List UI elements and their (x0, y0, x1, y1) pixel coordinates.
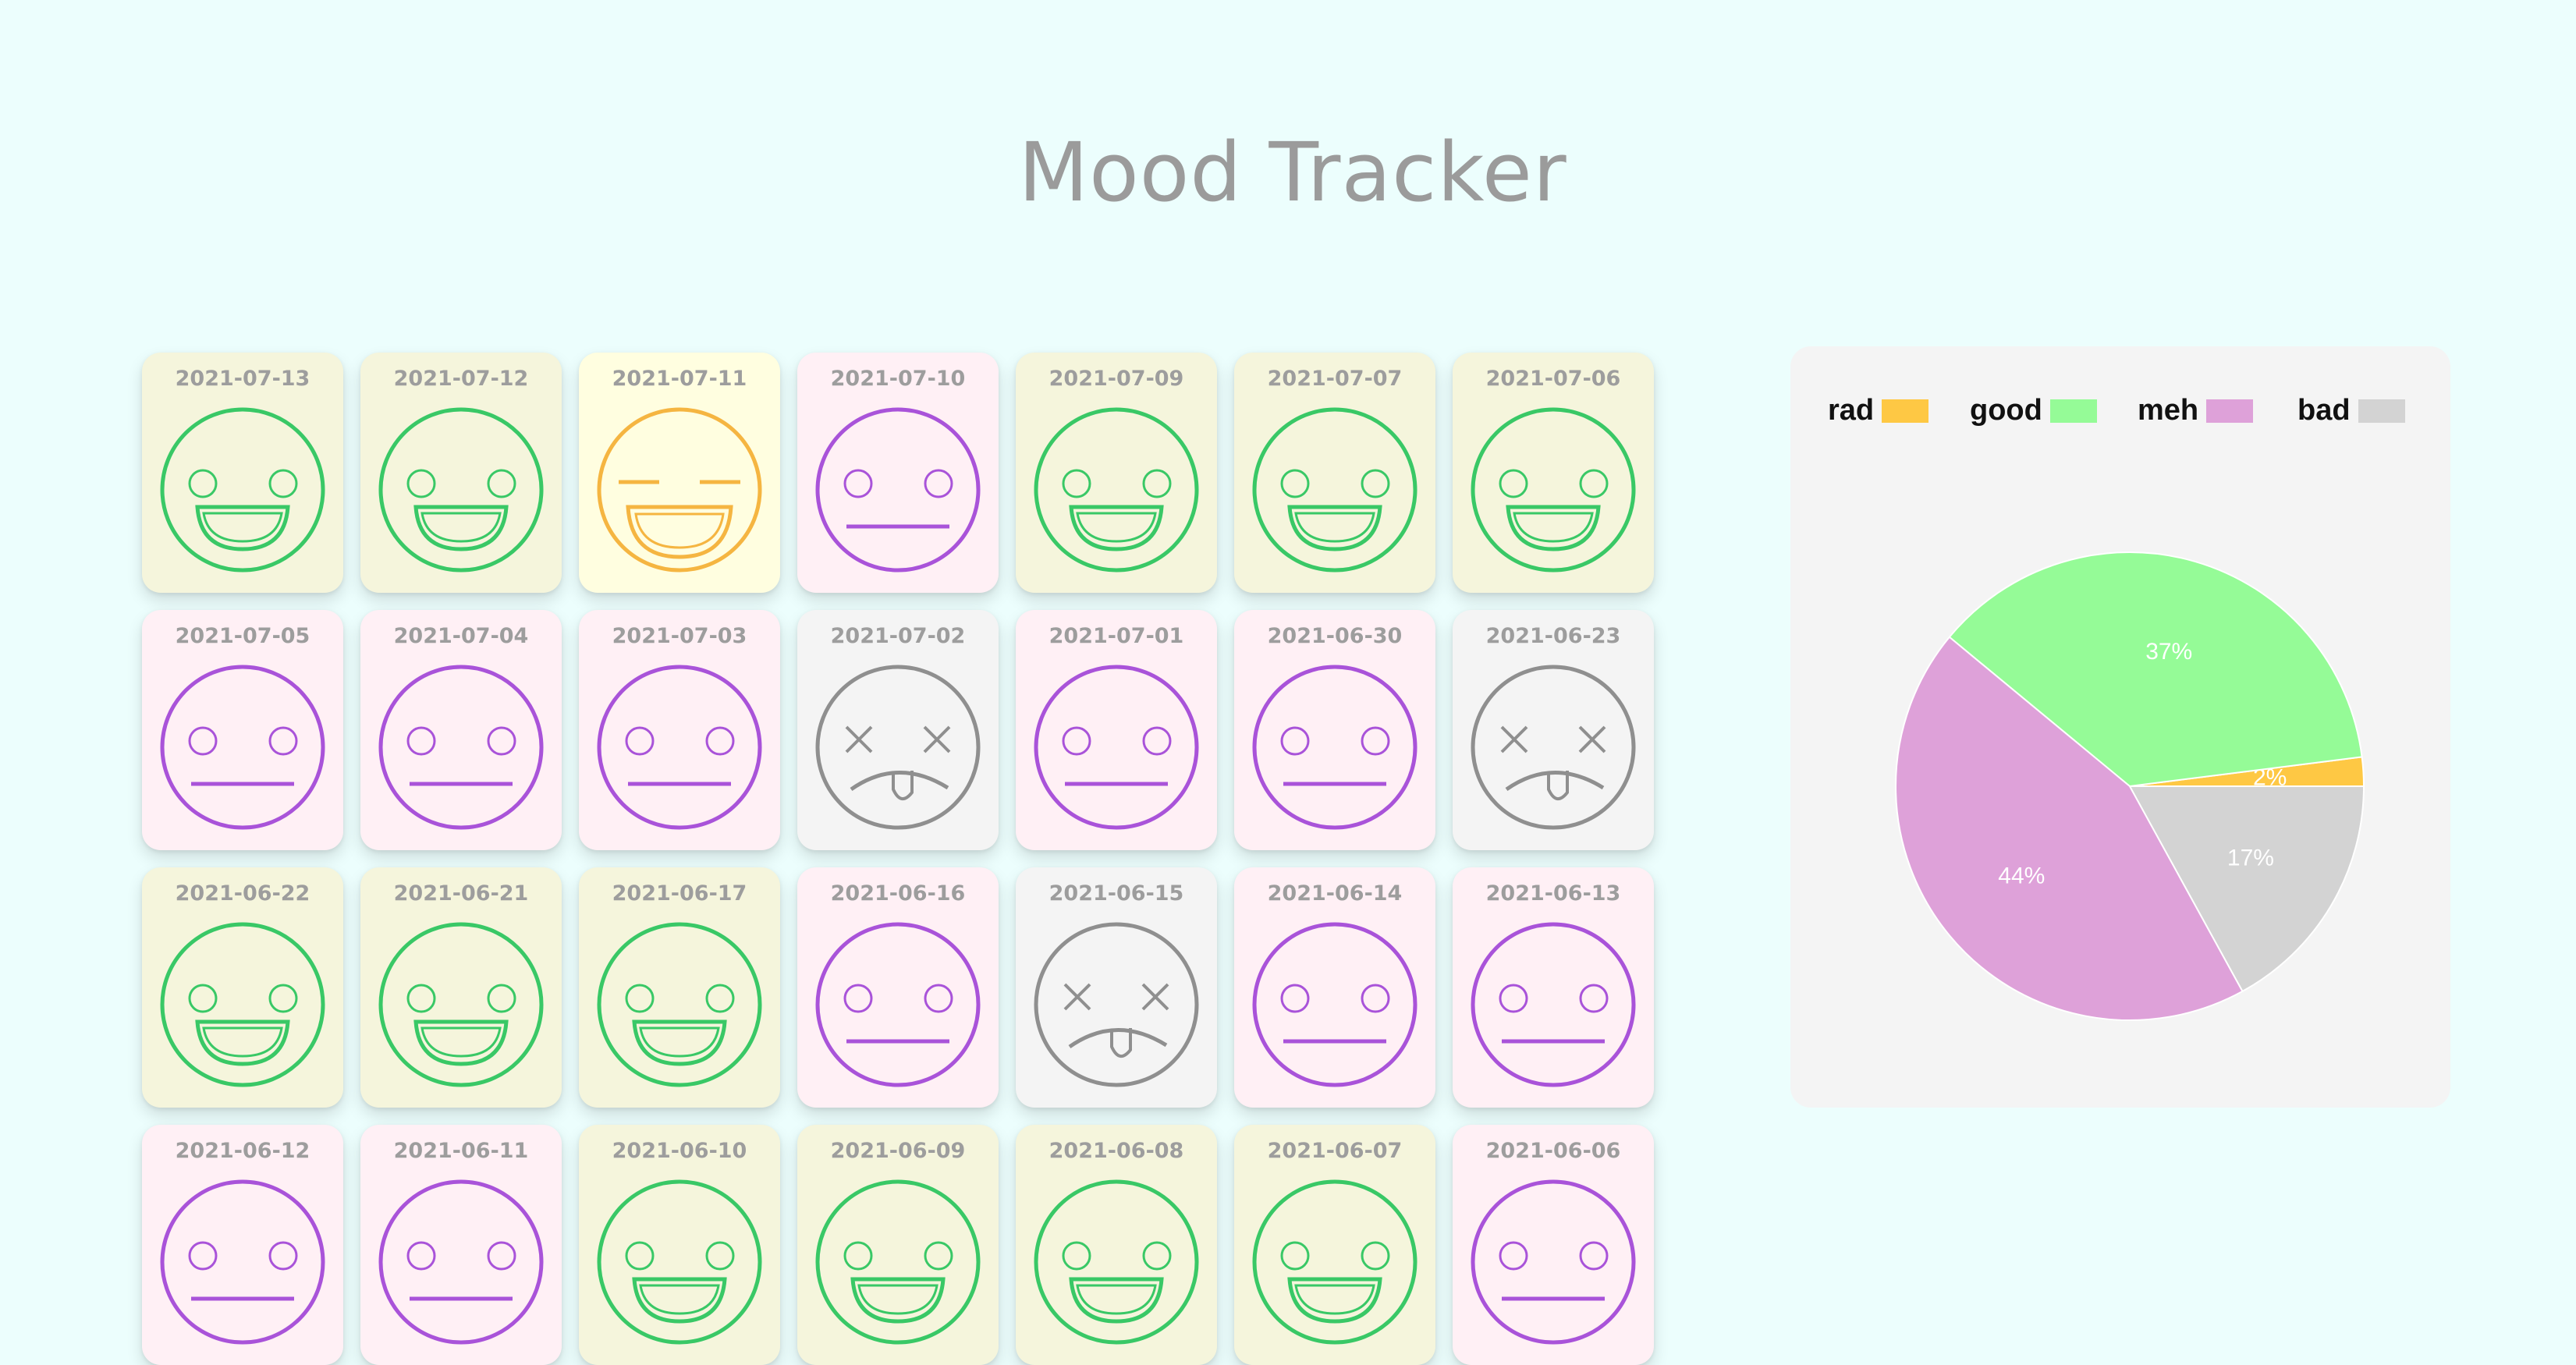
meh-face-icon (378, 665, 544, 830)
meh-face-icon (378, 1179, 544, 1345)
mood-card[interactable]: 2021-07-05 (142, 610, 343, 850)
mood-card-date: 2021-06-13 (1485, 881, 1621, 906)
bad-face-icon (815, 665, 981, 830)
mood-card-date: 2021-07-05 (175, 624, 310, 648)
meh-face-icon (1471, 922, 1636, 1087)
mood-card-date: 2021-06-11 (393, 1139, 529, 1163)
mood-card-date: 2021-07-09 (1048, 367, 1184, 391)
mood-card[interactable]: 2021-06-10 (579, 1125, 780, 1365)
mood-card[interactable]: 2021-07-04 (360, 610, 562, 850)
good-face-icon (597, 1179, 762, 1345)
mood-card[interactable]: 2021-06-07 (1234, 1125, 1435, 1365)
meh-face-icon (1471, 1179, 1636, 1345)
mood-card-date: 2021-06-10 (612, 1139, 747, 1163)
mood-card-date: 2021-06-16 (830, 881, 966, 906)
mood-card[interactable]: 2021-07-07 (1234, 353, 1435, 593)
meh-face-icon (597, 665, 762, 830)
mood-grid: 2021-07-13 2021-07-12 2021-07-11 2021-07… (142, 353, 1654, 1365)
mood-card-date: 2021-06-15 (1048, 881, 1184, 906)
mood-card[interactable]: 2021-06-14 (1234, 867, 1435, 1108)
pie-label-good: 37% (2145, 639, 2192, 665)
mood-card-date: 2021-06-17 (612, 881, 747, 906)
good-face-icon (160, 407, 325, 573)
meh-face-icon (160, 1179, 325, 1345)
mood-card[interactable]: 2021-06-12 (142, 1125, 343, 1365)
mood-card-date: 2021-07-01 (1048, 624, 1184, 648)
good-face-icon (1252, 1179, 1418, 1345)
mood-card[interactable]: 2021-06-21 (360, 867, 562, 1108)
mood-card-date: 2021-06-12 (175, 1139, 310, 1163)
mood-card-date: 2021-06-09 (830, 1139, 966, 1163)
mood-card[interactable]: 2021-07-03 (579, 610, 780, 850)
good-face-icon (1034, 407, 1199, 573)
mood-card[interactable]: 2021-07-01 (1016, 610, 1217, 850)
mood-card-date: 2021-06-22 (175, 881, 310, 906)
good-face-icon (1252, 407, 1418, 573)
pie-label-meh: 44% (1998, 863, 2045, 889)
mood-card[interactable]: 2021-06-15 (1016, 867, 1217, 1108)
mood-card[interactable]: 2021-06-17 (579, 867, 780, 1108)
mood-card-date: 2021-07-07 (1267, 367, 1403, 391)
rad-face-icon (597, 407, 762, 573)
chart-panel: rad good meh bad 2% 37% 44% 17% (1790, 346, 2450, 1108)
meh-face-icon (1034, 665, 1199, 830)
bad-face-icon (1034, 922, 1199, 1087)
mood-card-date: 2021-07-11 (612, 367, 747, 391)
meh-face-icon (160, 665, 325, 830)
page-title: Mood Tracker (1018, 125, 1567, 220)
mood-card[interactable]: 2021-06-30 (1234, 610, 1435, 850)
mood-card-date: 2021-07-03 (612, 624, 747, 648)
mood-card[interactable]: 2021-07-02 (797, 610, 999, 850)
bad-face-icon (1471, 665, 1636, 830)
mood-pie-chart: 2%37%44%17% (1895, 551, 2365, 1021)
mood-card[interactable]: 2021-07-06 (1453, 353, 1654, 593)
mood-card-date: 2021-07-04 (393, 624, 529, 648)
mood-card[interactable]: 2021-07-13 (142, 353, 343, 593)
mood-card-date: 2021-06-08 (1048, 1139, 1184, 1163)
mood-card[interactable]: 2021-06-11 (360, 1125, 562, 1365)
meh-face-icon (1252, 665, 1418, 830)
mood-card[interactable]: 2021-06-09 (797, 1125, 999, 1365)
mood-card[interactable]: 2021-07-10 (797, 353, 999, 593)
mood-card-date: 2021-06-23 (1485, 624, 1621, 648)
mood-card[interactable]: 2021-06-22 (142, 867, 343, 1108)
mood-card[interactable]: 2021-06-23 (1453, 610, 1654, 850)
good-face-icon (160, 922, 325, 1087)
good-face-icon (1034, 1179, 1199, 1345)
meh-face-icon (815, 407, 981, 573)
mood-card-date: 2021-07-02 (830, 624, 966, 648)
mood-card-date: 2021-06-07 (1267, 1139, 1403, 1163)
good-face-icon (378, 407, 544, 573)
mood-card[interactable]: 2021-06-06 (1453, 1125, 1654, 1365)
good-face-icon (378, 922, 544, 1087)
mood-card[interactable]: 2021-06-16 (797, 867, 999, 1108)
mood-card-date: 2021-06-06 (1485, 1139, 1621, 1163)
meh-face-icon (1252, 922, 1418, 1087)
mood-card-date: 2021-06-14 (1267, 881, 1403, 906)
mood-card-date: 2021-07-06 (1485, 367, 1621, 391)
mood-card-date: 2021-07-10 (830, 367, 966, 391)
mood-card-date: 2021-07-12 (393, 367, 529, 391)
mood-card-date: 2021-06-30 (1267, 624, 1403, 648)
mood-card[interactable]: 2021-07-11 (579, 353, 780, 593)
meh-face-icon (815, 922, 981, 1087)
mood-card[interactable]: 2021-06-08 (1016, 1125, 1217, 1365)
mood-card[interactable]: 2021-07-12 (360, 353, 562, 593)
mood-card[interactable]: 2021-07-09 (1016, 353, 1217, 593)
good-face-icon (597, 922, 762, 1087)
mood-card-date: 2021-07-13 (175, 367, 310, 391)
good-face-icon (815, 1179, 981, 1345)
pie-label-bad: 17% (2227, 846, 2274, 871)
mood-card-date: 2021-06-21 (393, 881, 529, 906)
good-face-icon (1471, 407, 1636, 573)
mood-card[interactable]: 2021-06-13 (1453, 867, 1654, 1108)
